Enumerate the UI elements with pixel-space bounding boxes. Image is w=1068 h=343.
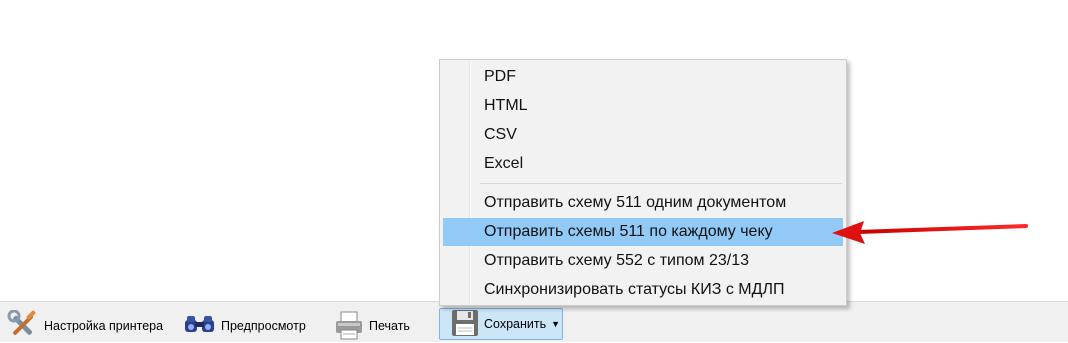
menu-item-sync-kiz-statuses-mdlp[interactable]: Синхронизировать статусы КИЗ с МДЛП — [443, 276, 843, 304]
menu-item-send-511-single-document[interactable]: Отправить схему 511 одним документом — [443, 189, 843, 217]
print-button[interactable]: Печать — [333, 310, 410, 342]
menu-item-excel[interactable]: Excel — [443, 150, 843, 178]
printer-settings-label: Настройка принтера — [44, 319, 164, 333]
menu-item-csv[interactable]: CSV — [443, 121, 843, 149]
menu-item-html[interactable]: HTML — [443, 92, 843, 120]
save-dropdown-menu: PDF HTML CSV Excel Отправить схему 511 о… — [439, 59, 847, 306]
wrench-screwdriver-icon — [6, 309, 40, 343]
save-dropdown-button[interactable]: Сохранить ▼ — [439, 308, 563, 340]
red-arrow-annotation — [832, 221, 1028, 244]
printer-icon — [333, 310, 365, 343]
chevron-down-icon[interactable]: ▼ — [551, 319, 560, 329]
print-label: Печать — [369, 319, 410, 333]
menu-item-pdf[interactable]: PDF — [443, 63, 843, 91]
bottom-toolbar: Настройка принтера Предпросмотр Печать С… — [0, 301, 1068, 342]
binoculars-icon — [183, 313, 217, 340]
floppy-disk-icon — [450, 309, 480, 340]
preview-button[interactable]: Предпросмотр — [183, 310, 306, 342]
save-label: Сохранить — [484, 317, 547, 331]
menu-item-send-552-type-23-13[interactable]: Отправить схему 552 с типом 23/13 — [443, 247, 843, 275]
menu-separator — [480, 183, 842, 184]
printer-settings-button[interactable]: Настройка принтера — [6, 309, 164, 343]
menu-item-send-511-per-receipt[interactable]: Отправить схемы 511 по каждому чеку — [443, 218, 843, 246]
preview-label: Предпросмотр — [221, 319, 306, 333]
